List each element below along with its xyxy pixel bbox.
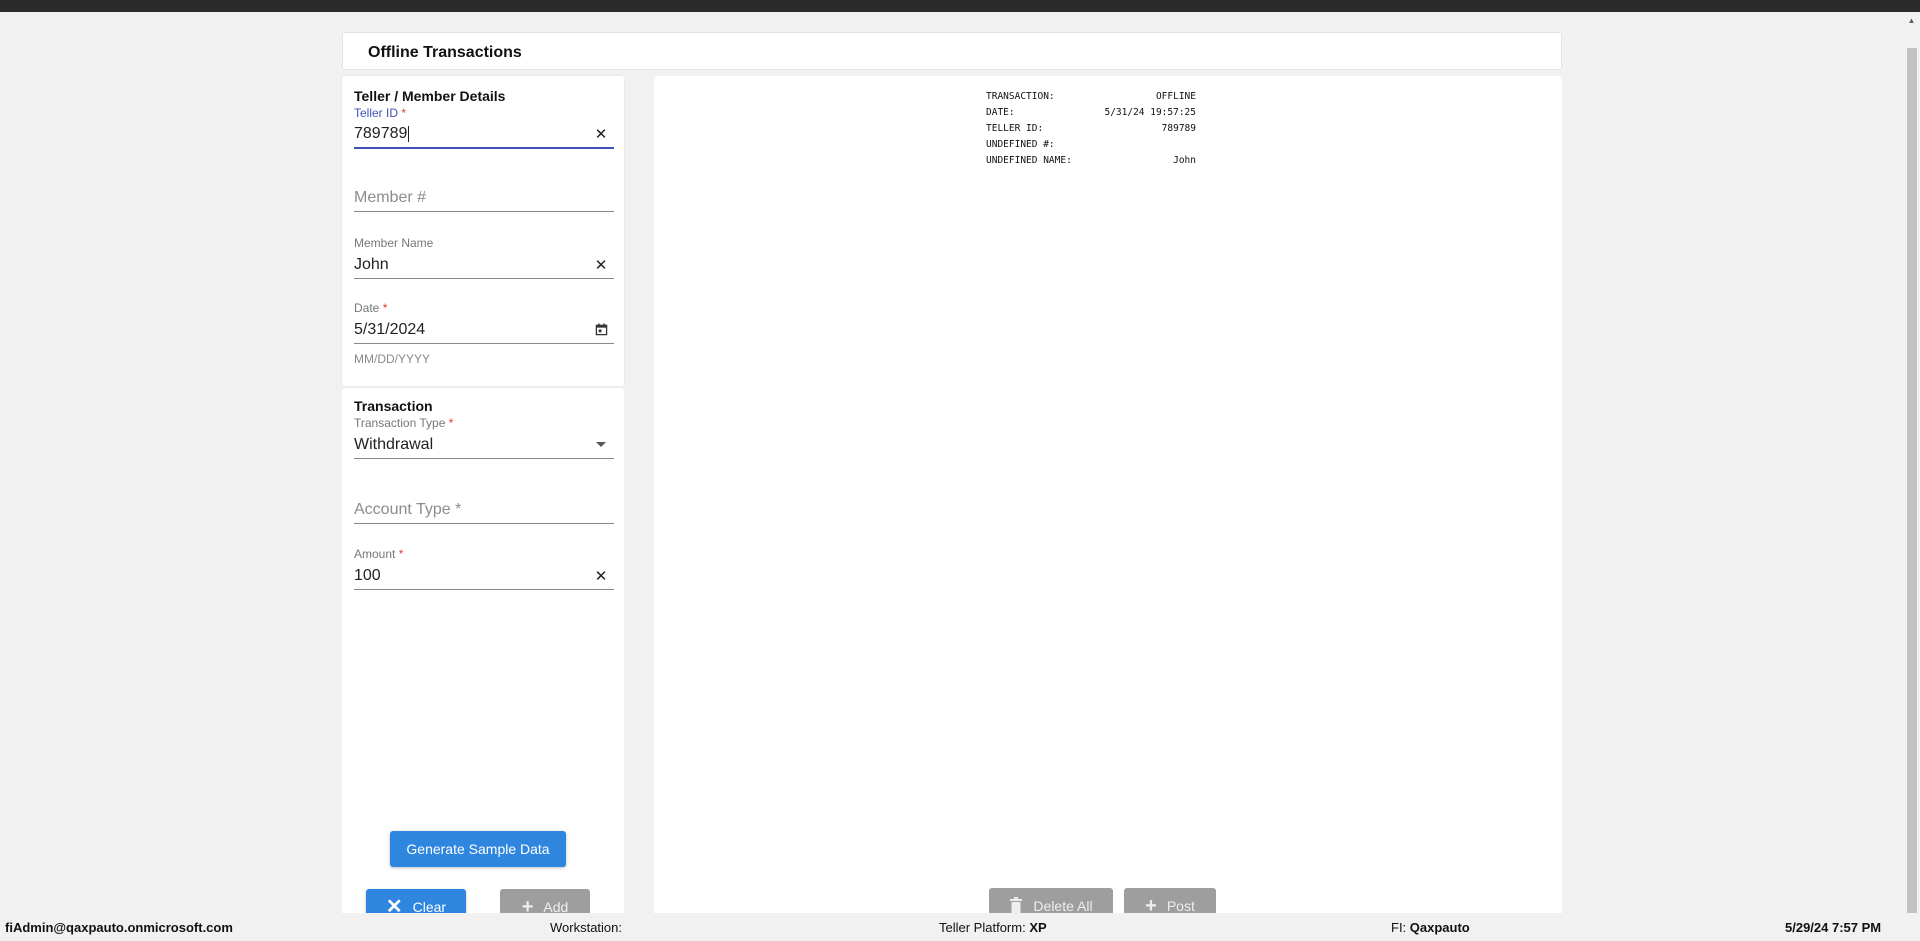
member-name-label: Member Name xyxy=(354,236,434,250)
status-user: fiAdmin@qaxpauto.onmicrosoft.com xyxy=(5,920,233,935)
receipt-preview-panel: TRANSACTION: OFFLINE DATE: 5/31/24 19:57:2… xyxy=(654,76,1562,924)
amount-input[interactable]: 100 ✕ xyxy=(354,562,614,590)
receipt: TRANSACTION: OFFLINE DATE: 5/31/24 19:57:2… xyxy=(986,89,1196,169)
teller-id-field: Teller ID * 789789 ✕ xyxy=(354,105,614,149)
generate-sample-data-button[interactable]: Generate Sample Data xyxy=(390,831,566,867)
transaction-type-label: Transaction Type * xyxy=(354,416,454,430)
date-input[interactable]: 5/31/2024 xyxy=(354,316,614,344)
amount-clear-icon[interactable]: ✕ xyxy=(592,567,610,585)
teller-member-title: Teller / Member Details xyxy=(354,88,506,104)
teller-id-value[interactable]: 789789 xyxy=(354,125,592,143)
teller-id-clear-icon[interactable]: ✕ xyxy=(592,125,610,143)
receipt-row: UNDEFINED NAME: John xyxy=(986,155,1196,166)
member-number-field: Member # xyxy=(354,184,614,212)
status-bar: fiAdmin@qaxpauto.onmicrosoft.com Worksta… xyxy=(0,913,1920,941)
member-number-placeholder[interactable]: Member # xyxy=(354,189,614,207)
member-number-input[interactable]: Member # xyxy=(354,184,614,212)
date-format-hint: MM/DD/YYYY xyxy=(354,352,431,366)
page-title: Offline Transactions xyxy=(368,44,522,61)
transaction-type-field: Transaction Type * Withdrawal xyxy=(354,415,614,459)
post-button-label: Post xyxy=(1166,898,1195,914)
teller-id-label: Teller ID * xyxy=(354,106,407,120)
amount-field: Amount * 100 ✕ xyxy=(354,546,614,590)
receipt-row: DATE: 5/31/24 19:57:25 xyxy=(986,107,1196,118)
calendar-icon[interactable] xyxy=(592,321,610,339)
scrollbar-thumb[interactable] xyxy=(1907,48,1917,918)
page-scrollbar[interactable]: ▲ xyxy=(1903,12,1920,918)
teller-member-card: Teller / Member Details Teller ID * 7897… xyxy=(342,76,624,386)
transaction-type-select[interactable]: Withdrawal xyxy=(354,431,614,459)
date-value[interactable]: 5/31/2024 xyxy=(354,321,592,339)
member-name-input[interactable]: John ✕ xyxy=(354,251,614,279)
scroll-up-arrow-icon[interactable]: ▲ xyxy=(1903,12,1920,29)
date-label: Date * xyxy=(354,301,388,315)
receipt-row: UNDEFINED #: xyxy=(986,139,1055,150)
member-name-field: Member Name John ✕ xyxy=(354,235,614,279)
member-name-value[interactable]: John xyxy=(354,256,592,274)
status-workstation: Workstation: xyxy=(550,920,623,935)
status-platform: Teller Platform: XP xyxy=(939,920,1047,935)
dropdown-arrow-icon[interactable] xyxy=(592,436,610,454)
receipt-row: TELLER ID: 789789 xyxy=(986,123,1196,134)
teller-id-input[interactable]: 789789 ✕ xyxy=(354,121,614,149)
date-field: Date * 5/31/2024 MM/DD/YYYY xyxy=(354,300,614,366)
account-type-placeholder[interactable]: Account Type * xyxy=(354,501,614,519)
receipt-row: TRANSACTION: OFFLINE xyxy=(986,91,1196,102)
transaction-type-value[interactable]: Withdrawal xyxy=(354,436,592,454)
amount-value[interactable]: 100 xyxy=(354,567,592,585)
transaction-title: Transaction xyxy=(354,398,433,414)
account-type-field: Account Type * xyxy=(354,496,614,524)
amount-label: Amount * xyxy=(354,547,404,561)
delete-all-label: Delete All xyxy=(1033,898,1093,914)
member-name-clear-icon[interactable]: ✕ xyxy=(592,256,610,274)
account-type-select[interactable]: Account Type * xyxy=(354,496,614,524)
status-datetime: 5/29/24 7:57 PM xyxy=(1785,920,1882,935)
window-top-bar xyxy=(0,0,1920,12)
page-header: Offline Transactions xyxy=(342,32,1562,70)
status-fi: FI: Qaxpauto xyxy=(1391,920,1470,935)
transaction-card: Transaction Transaction Type * Withdrawa… xyxy=(342,388,624,925)
